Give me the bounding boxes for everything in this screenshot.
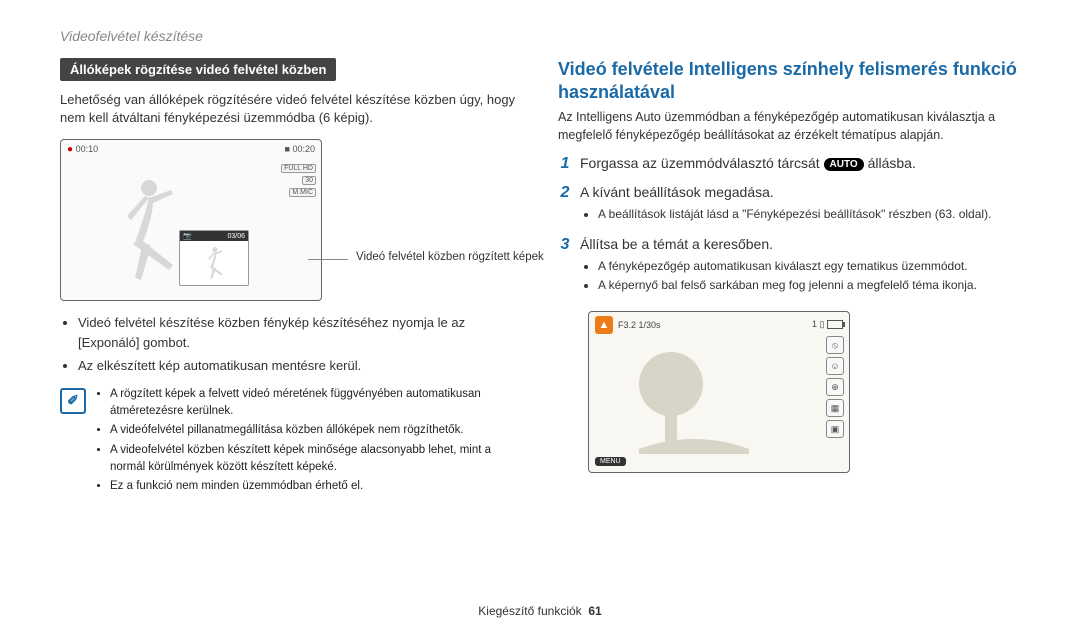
exposure-readout: F3.2 1/30s: [618, 320, 661, 330]
note-3: A videofelvétel közben készített képek m…: [110, 442, 522, 475]
battery-icon: [827, 320, 843, 329]
camera-icon: 📷: [183, 232, 192, 240]
step-2-number: 2: [558, 183, 572, 202]
badge-mmic: M.MIC: [289, 188, 316, 197]
camera-screen-illustration-2: ▲ F3.2 1/30s 1 ▯ ⦸ ☺ ⊕ ▦ ▣: [588, 311, 850, 473]
step-3-number: 3: [558, 235, 572, 254]
sd-card-icon: ▯: [820, 319, 825, 329]
step-1: 1 Forgassa az üzemmódválasztó tárcsát AU…: [558, 154, 1020, 173]
caption-snapshot: Videó felvétel közben rögzített képek: [356, 251, 544, 263]
step-3: 3 Állítsa be a témát a keresőben. A fény…: [558, 235, 1020, 296]
figure-skater-thumb-icon: [199, 244, 229, 282]
note-list: A rögzített képek a felvett videó méreté…: [110, 386, 522, 498]
section-heading-snapshot: Állóképek rögzítése videó felvétel közbe…: [60, 58, 336, 81]
rec-elapsed: 00:10: [76, 144, 99, 154]
face-detect-icon: ☺: [826, 357, 844, 375]
instruction-bullets: Videó felvétel készítése közben fénykép …: [78, 313, 522, 376]
footer-page-number: 61: [588, 604, 601, 618]
note-1: A rögzített képek a felvett videó méreté…: [110, 386, 522, 419]
page-header: Videofelvétel készítése: [60, 28, 1020, 44]
right-heading: Videó felvétele Intelligens színhely fel…: [558, 58, 1020, 103]
step-1-text-before: Forgassa az üzemmódválasztó tárcsát: [580, 155, 824, 171]
step-3-sub-1: A fényképezőgép automatikusan kiválaszt …: [598, 258, 1020, 274]
right-intro: Az Intelligens Auto üzemmódban a fénykép…: [558, 109, 1020, 144]
bullet-2: Az elkészített kép automatikusan mentésr…: [78, 356, 522, 376]
shot-count: 1: [812, 319, 817, 329]
auto-mode-pill: AUTO: [824, 158, 864, 172]
flash-off-icon: ⦸: [826, 336, 844, 354]
camera-screen-illustration-1: ● 00:10 ■ 00:20 FULL HD 30 M.MIC: [60, 139, 322, 301]
menu-button[interactable]: MENU: [595, 457, 626, 466]
landscape-mode-icon: ▲: [595, 316, 613, 334]
footer-section: Kiegészítő funkciók: [478, 604, 581, 618]
note-4: Ez a funkció nem minden üzemmódban érhet…: [110, 478, 522, 495]
step-3-sub-2: A képernyő bal felső sarkában meg fog je…: [598, 277, 1020, 293]
snapshot-thumbnail: 📷 03/06: [179, 230, 249, 286]
record-dot-icon: ●: [67, 144, 73, 155]
leader-line: [308, 259, 348, 260]
thumb-counter: 03/06: [227, 233, 245, 240]
zoom-icon: ⊕: [826, 378, 844, 396]
step-2-sub-1: A beállítások listáját lásd a "Fényképez…: [598, 206, 1020, 222]
setting-icon-2: ▣: [826, 420, 844, 438]
step-1-text-after: állásba.: [868, 155, 916, 171]
tree-scene-icon: [639, 334, 749, 454]
page-footer: Kiegészítő funkciók 61: [0, 604, 1080, 618]
bullet-1: Videó felvétel készítése közben fénykép …: [78, 313, 522, 352]
intro-text: Lehetőség van állóképek rögzítésére vide…: [60, 91, 522, 127]
note-icon: ✐: [60, 388, 86, 414]
rec-total: 00:20: [292, 144, 315, 154]
badge-30: 30: [302, 176, 316, 185]
setting-icon-1: ▦: [826, 399, 844, 417]
step-1-number: 1: [558, 154, 572, 173]
step-2-text: A kívánt beállítások megadása.: [580, 184, 774, 200]
badge-full-hd: FULL HD: [281, 164, 316, 173]
right-column: Videó felvétele Intelligens színhely fel…: [558, 58, 1020, 498]
figure-skater-icon: [101, 170, 191, 290]
step-3-text: Állítsa be a témát a keresőben.: [580, 236, 773, 252]
left-column: Állóképek rögzítése videó felvétel közbe…: [60, 58, 522, 498]
note-2: A videófelvétel pillanatmegállítása közb…: [110, 422, 522, 439]
step-2: 2 A kívánt beállítások megadása. A beáll…: [558, 183, 1020, 225]
